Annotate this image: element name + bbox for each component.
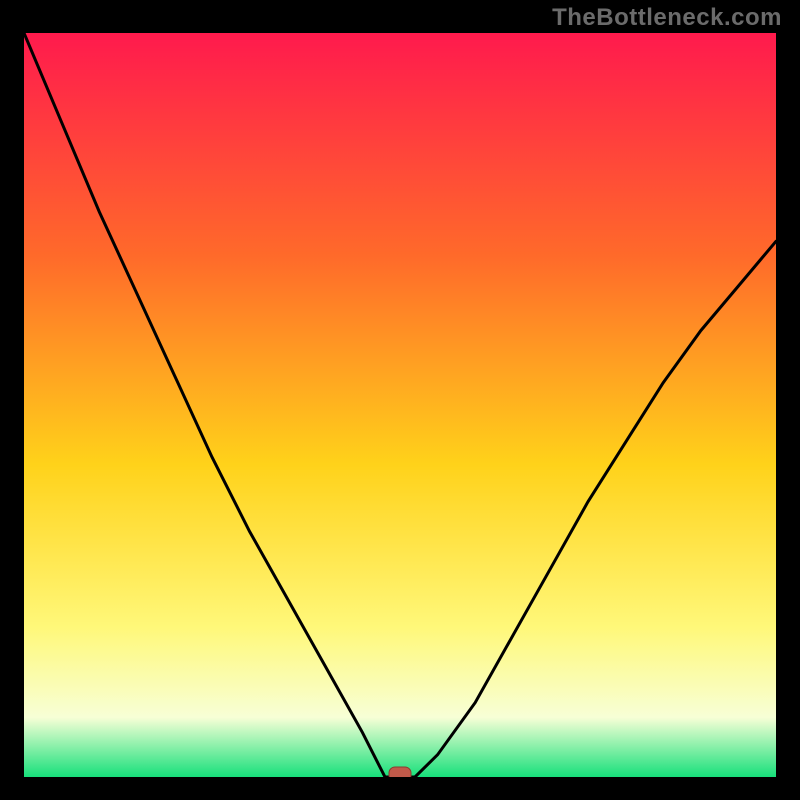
chart-frame: TheBottleneck.com <box>0 0 800 800</box>
gradient-background <box>24 33 776 777</box>
minimum-marker <box>389 767 411 777</box>
plot-area <box>24 33 776 777</box>
watermark-text: TheBottleneck.com <box>552 4 782 32</box>
chart-svg <box>24 33 776 777</box>
